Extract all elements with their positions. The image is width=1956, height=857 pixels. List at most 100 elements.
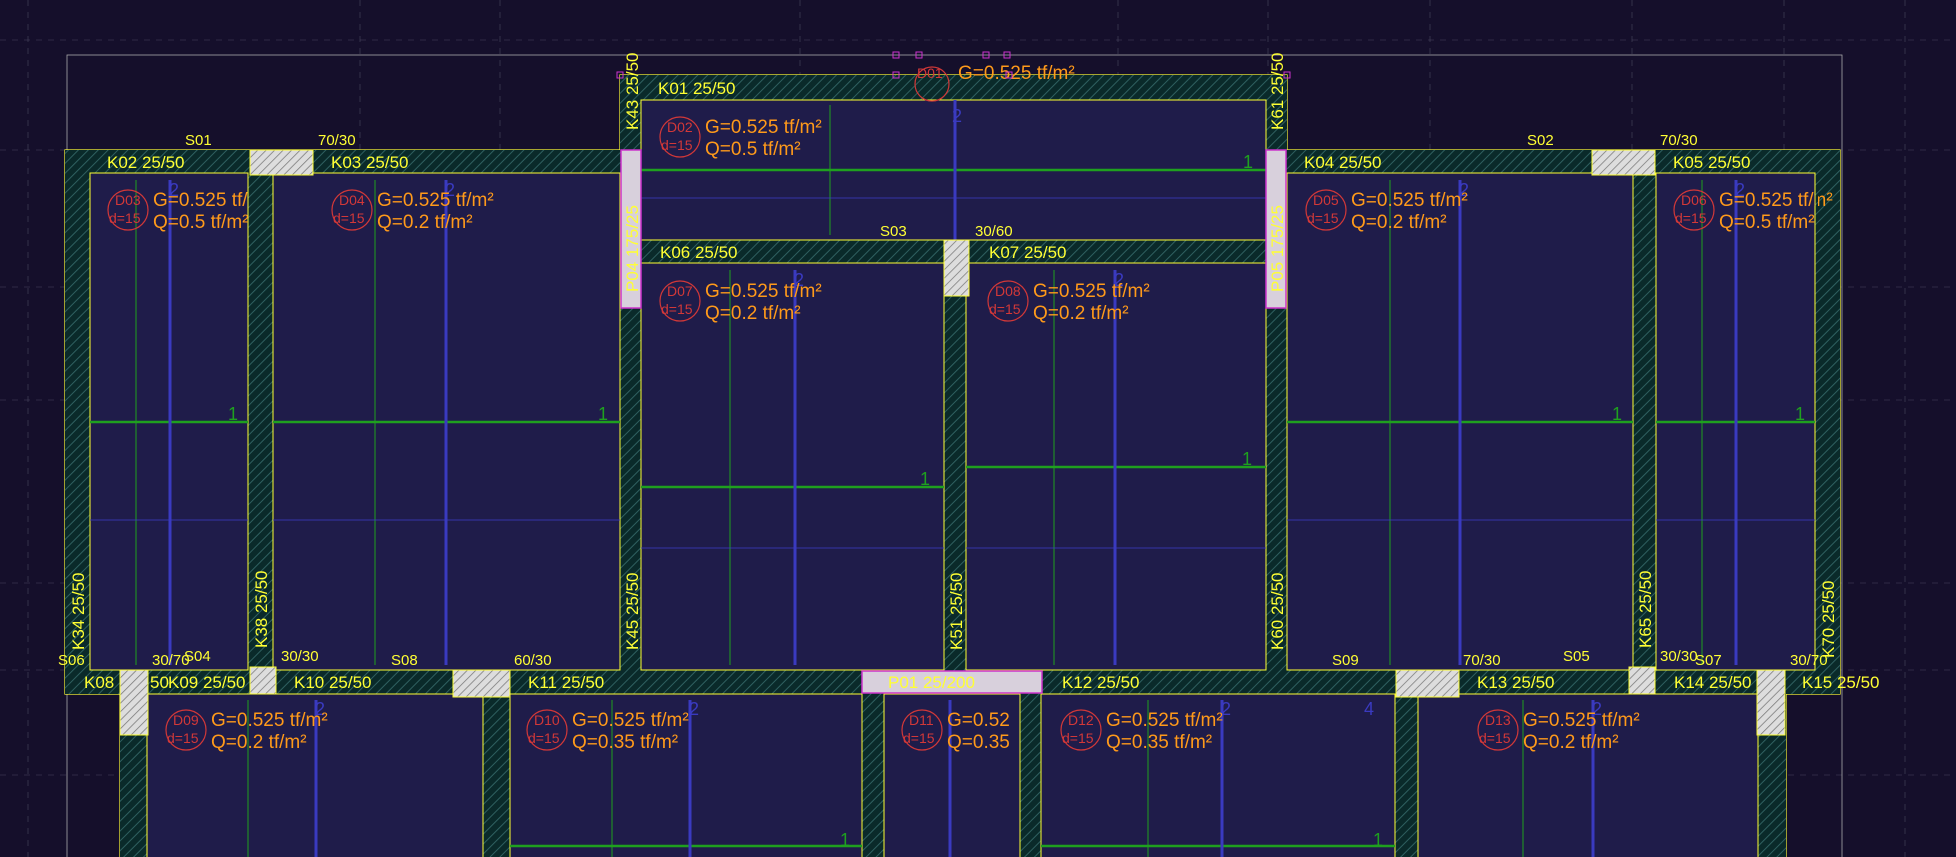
svg-text:Q=0.2 tf/m²: Q=0.2 tf/m²	[1033, 303, 1129, 324]
svg-text:4: 4	[1364, 699, 1374, 719]
column-s06[interactable]	[119, 669, 149, 736]
beam-k34-label[interactable]: K34 25/50	[69, 572, 88, 650]
svg-text:G=0.525 tf/m²: G=0.525 tf/m²	[1523, 710, 1640, 731]
column-s05[interactable]	[1628, 666, 1656, 695]
column-s09-size: 70/30	[1463, 652, 1501, 669]
svg-text:Q=0.35 tf/m²: Q=0.35 tf/m²	[572, 732, 678, 753]
svg-text:d=15: d=15	[661, 137, 693, 153]
svg-text:D04: D04	[339, 192, 365, 208]
svg-text:D10: D10	[534, 712, 560, 728]
beam-k38-label[interactable]: K38 25/50	[252, 570, 271, 648]
beam-k70-label[interactable]: K70 25/50	[1819, 580, 1838, 658]
beam-k12-label[interactable]: K12 25/50	[1062, 673, 1140, 692]
svg-text:G=0.525 tf/m²: G=0.525 tf/m²	[377, 190, 494, 211]
svg-text:Q=0.5 tf/m²: Q=0.5 tf/m²	[1719, 212, 1815, 233]
beam-k07-label[interactable]: K07 25/50	[989, 243, 1067, 262]
svg-text:d=15: d=15	[661, 301, 693, 317]
svg-text:1: 1	[1795, 404, 1805, 424]
column-s01[interactable]	[249, 149, 314, 176]
selection-grips[interactable]	[616, 51, 1291, 79]
column-s02-name: S02	[1527, 132, 1554, 149]
svg-text:Q=0.5 tf/m²: Q=0.5 tf/m²	[705, 139, 801, 160]
svg-text:D05: D05	[1313, 192, 1339, 208]
beam-k14-label[interactable]: K14 25/50	[1674, 673, 1752, 692]
svg-text:Q=0.35 tf/m²: Q=0.35 tf/m²	[1106, 732, 1212, 753]
beam-k45-label[interactable]: K45 25/50	[623, 572, 642, 650]
svg-text:Q=0.2 tf/m²: Q=0.2 tf/m²	[1523, 732, 1619, 753]
column-s07[interactable]	[1756, 669, 1786, 736]
column-s02-size: 70/30	[1660, 132, 1698, 149]
beam-k11-label[interactable]: K11 25/50	[528, 673, 604, 692]
svg-text:1: 1	[1243, 152, 1253, 172]
beam-k10-label[interactable]: K10 25/50	[294, 673, 372, 692]
column-s04-size: 30/30	[281, 648, 319, 665]
svg-text:1: 1	[840, 830, 850, 850]
svg-text:d=15: d=15	[1675, 210, 1707, 226]
svg-text:D06: D06	[1681, 192, 1707, 208]
svg-text:2: 2	[952, 106, 962, 126]
beam-k15-label[interactable]: K15 25/50	[1802, 673, 1880, 692]
beam-k02-label[interactable]: K02 25/50	[107, 153, 185, 172]
svg-text:d=15: d=15	[1062, 730, 1094, 746]
column-s03[interactable]	[943, 239, 970, 297]
svg-text:G=0.525 tf/m²: G=0.525 tf/m²	[1351, 190, 1468, 211]
svg-text:G=0.525 tf/m²: G=0.525 tf/m²	[958, 63, 1075, 84]
beam-k43-label[interactable]: K43 25/50	[623, 52, 642, 130]
svg-text:d=15: d=15	[333, 210, 365, 226]
svg-text:Q=0.2 tf/m²: Q=0.2 tf/m²	[1351, 212, 1447, 233]
svg-text:d=15: d=15	[903, 730, 935, 746]
column-s05-size: 30/30	[1660, 648, 1698, 665]
svg-text:G=0.525 tf/m²: G=0.525 tf/m²	[1106, 710, 1223, 731]
column-s01-name: S01	[185, 132, 212, 149]
svg-text:D02: D02	[667, 119, 693, 135]
column-s08[interactable]	[452, 669, 511, 698]
column-s09-name: S09	[1332, 652, 1359, 669]
svg-text:1: 1	[1242, 449, 1252, 469]
beam-k51-label[interactable]: K51 25/50	[947, 572, 966, 650]
wall-p04-label[interactable]: P04 175/25	[623, 205, 642, 292]
column-s03-name: S03	[880, 223, 907, 240]
svg-text:Q=0.5 tf/m²: Q=0.5 tf/m²	[153, 212, 249, 233]
svg-text:Q=0.35: Q=0.35	[947, 732, 1010, 753]
svg-text:G=0.525 tf/m²: G=0.525 tf/m²	[572, 710, 689, 731]
floor-plan-canvas[interactable]: 1 1 1 1 1 1 1 1 1 2 2 2 2 2 2 2 2 2 2 2 …	[0, 0, 1956, 857]
column-s06-name: S06	[58, 652, 85, 669]
beam-k05-label[interactable]: K05 25/50	[1673, 153, 1751, 172]
beam-k04-label[interactable]: K04 25/50	[1304, 153, 1382, 172]
svg-text:1: 1	[228, 404, 238, 424]
beam-k60-label[interactable]: K60 25/50	[1268, 572, 1287, 650]
svg-text:D13: D13	[1485, 712, 1511, 728]
column-s06-size: 30/70	[152, 652, 190, 669]
svg-text:D07: D07	[667, 283, 693, 299]
column-s09[interactable]	[1395, 669, 1460, 698]
column-s05-name: S05	[1563, 648, 1590, 665]
svg-text:2: 2	[689, 699, 699, 719]
beam-k08-label[interactable]: K08	[84, 673, 114, 692]
svg-text:d=15: d=15	[167, 730, 199, 746]
column-s08-name: S08	[391, 652, 418, 669]
svg-text:G=0.52: G=0.52	[947, 710, 1010, 731]
wall-p05-label[interactable]: P05 175/25	[1268, 205, 1287, 292]
beam-k06-label[interactable]: K06 25/50	[660, 243, 738, 262]
svg-text:d=15: d=15	[109, 210, 141, 226]
svg-text:d=15: d=15	[528, 730, 560, 746]
svg-text:Q=0.2 tf/m²: Q=0.2 tf/m²	[211, 732, 307, 753]
svg-text:Q=0.2 tf/m²: Q=0.2 tf/m²	[377, 212, 473, 233]
svg-text:D01: D01	[917, 65, 943, 81]
column-s02[interactable]	[1591, 149, 1656, 176]
column-s04[interactable]	[249, 666, 277, 695]
svg-text:G=0.525 tf/m²: G=0.525 tf/m²	[705, 281, 822, 302]
beam-k65-label[interactable]: K65 25/50	[1636, 570, 1655, 648]
beam-k08-size[interactable]: 50	[150, 673, 169, 692]
beam-k09-label[interactable]: K09 25/50	[168, 673, 246, 692]
column-s01-size: 70/30	[318, 132, 356, 149]
beam-k61-label[interactable]: K61 25/50	[1268, 52, 1287, 130]
beam-k01-label[interactable]: K01 25/50	[658, 79, 736, 98]
beam-k03-label[interactable]: K03 25/50	[331, 153, 409, 172]
wall-p01-label[interactable]: P01 25/200	[888, 673, 975, 692]
svg-text:1: 1	[598, 404, 608, 424]
column-s08-size: 60/30	[514, 652, 552, 669]
column-s03-size: 30/60	[975, 223, 1013, 240]
svg-text:Q=0.2 tf/m²: Q=0.2 tf/m²	[705, 303, 801, 324]
beam-k13-label[interactable]: K13 25/50	[1477, 673, 1555, 692]
